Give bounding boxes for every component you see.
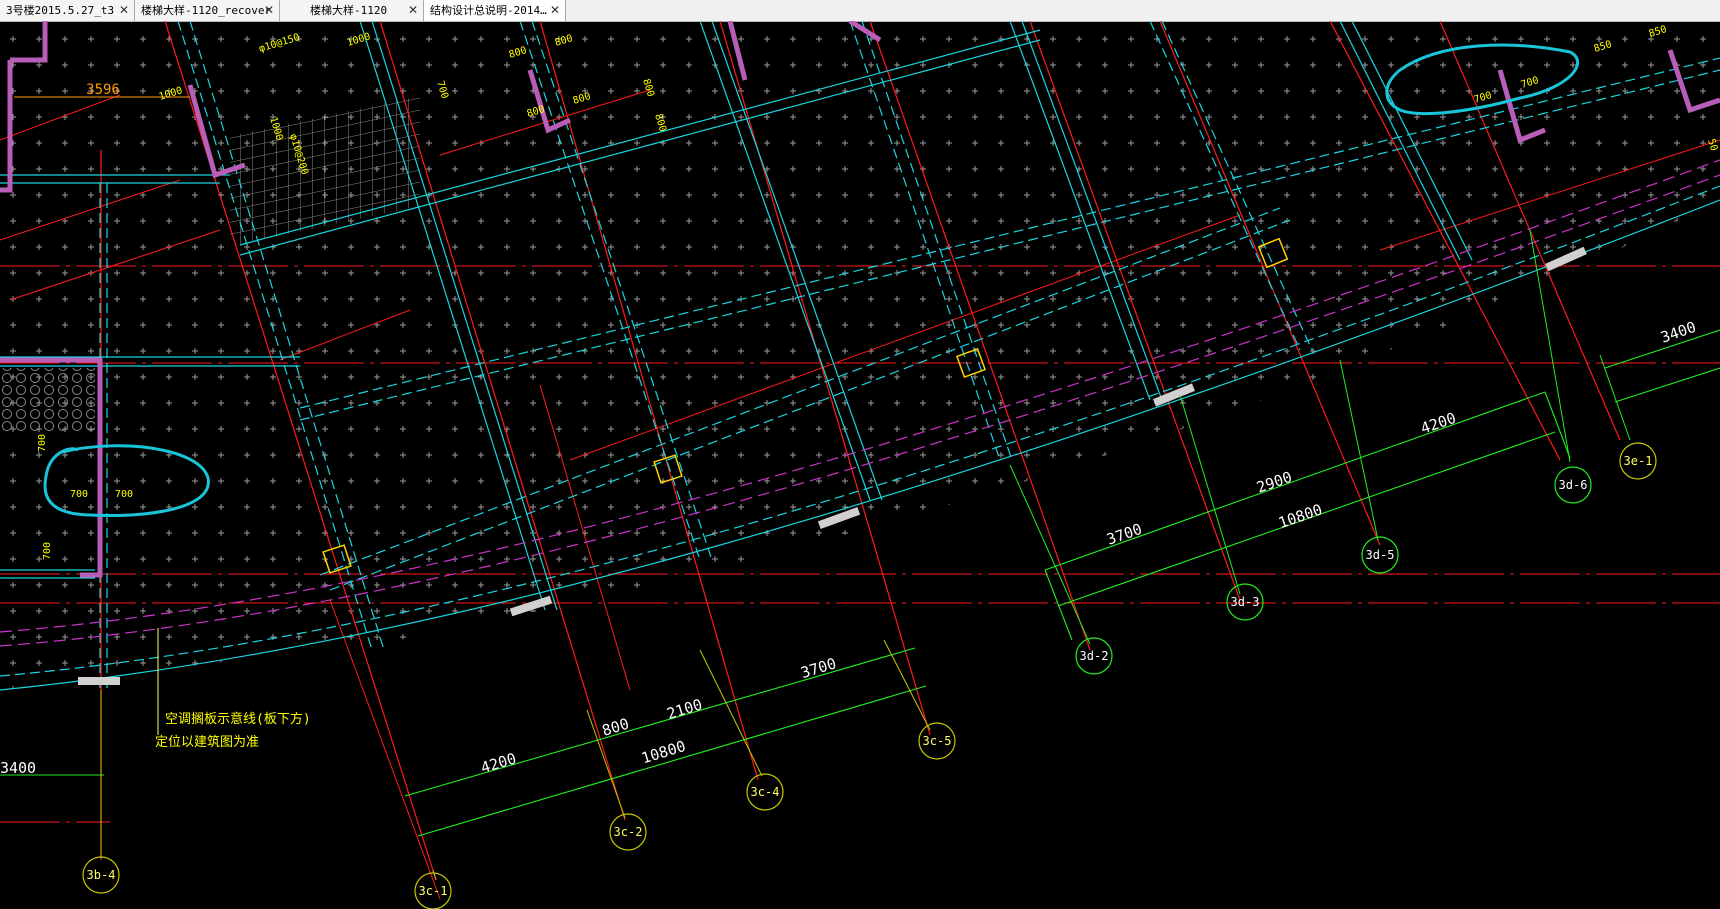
dim-text: 3596: [86, 82, 120, 98]
axis-label: 3d-5: [1366, 548, 1395, 562]
dim-text: 4200: [479, 749, 519, 777]
dim-text: 4200: [1418, 409, 1458, 438]
tab-label: 楼梯大样-1120_recover: [141, 4, 272, 17]
tab-label: 3号楼2015.5.27_t3: [6, 4, 115, 17]
tab-label: 结构设计总说明-2014…: [430, 4, 547, 17]
document-tab-bar: 3号楼2015.5.27_t3 ✕ 楼梯大样-1120_recover ✕ 楼梯大样…: [0, 0, 1720, 22]
dim-text: 800: [600, 715, 631, 740]
measure-label: 700: [37, 434, 48, 452]
axis-bubble-3d-3[interactable]: 3d-3: [1226, 583, 1264, 621]
block-dots-hatch: [0, 368, 95, 433]
axis-label: 3c-5: [923, 734, 952, 748]
axis-label: 3e-1: [1624, 454, 1653, 468]
dim-text: 3400: [1658, 318, 1698, 347]
note-positioning: 定位以建筑图为准: [155, 734, 259, 750]
close-icon[interactable]: ✕: [264, 0, 274, 21]
tab-stair-detail[interactable]: 楼梯大样-1120 ✕: [280, 0, 424, 21]
dim-text: 2900: [1254, 468, 1294, 497]
axis-label: 3d-3: [1231, 595, 1260, 609]
tab-stair-detail-recover[interactable]: 楼梯大样-1120_recover ✕: [135, 0, 280, 21]
axis-label: 3c-4: [751, 785, 780, 799]
dim-text: 3400: [0, 759, 36, 777]
cad-drawing-canvas[interactable]: 3c-1 3c-2 3c-4 3c-5 3b-4 3d-2 3d-3 3d-5 …: [0, 21, 1720, 909]
dim-text: 2100: [665, 695, 705, 723]
axis-label: 3d-2: [1080, 649, 1109, 663]
tab-3hao-lou[interactable]: 3号楼2015.5.27_t3 ✕: [0, 0, 135, 21]
axis-bubble-3d-5[interactable]: 3d-5: [1361, 536, 1399, 574]
axis-bubble-3b-4[interactable]: 3b-4: [82, 856, 120, 894]
close-icon[interactable]: ✕: [550, 0, 560, 21]
axis-bubble-3c-5[interactable]: 3c-5: [918, 722, 956, 760]
axis-label: 3d-6: [1559, 478, 1588, 492]
dim-text: 3700: [799, 654, 839, 682]
axis-label: 3c-1: [419, 884, 448, 898]
axis-bubble-3e-1[interactable]: 3e-1: [1619, 442, 1657, 480]
close-icon[interactable]: ✕: [119, 0, 129, 21]
axis-bubble-3c-1[interactable]: 3c-1: [414, 872, 452, 909]
measure-label: 700: [115, 489, 133, 500]
dim-text: 3700: [1104, 520, 1144, 549]
close-icon[interactable]: ✕: [408, 0, 418, 21]
axis-bubble-3c-2[interactable]: 3c-2: [609, 813, 647, 851]
tab-label: 楼梯大样-1120: [310, 4, 388, 17]
axis-bubble-3d-2[interactable]: 3d-2: [1075, 637, 1113, 675]
note-ac-shelf: 空调搁板示意线(板下方): [165, 711, 311, 727]
measure-label: 700: [70, 489, 88, 500]
axis-bubble-3d-6[interactable]: 3d-6: [1554, 466, 1592, 504]
dim-text: 10800: [639, 737, 687, 767]
dim-text: 10800: [1276, 500, 1325, 532]
axis-label: 3c-2: [614, 825, 643, 839]
axis-label: 3b-4: [87, 868, 116, 882]
tab-structural-notes[interactable]: 结构设计总说明-2014… ✕: [424, 0, 566, 21]
axis-bubble-3c-4[interactable]: 3c-4: [746, 773, 784, 811]
measure-label: 700: [42, 542, 53, 560]
slab-hatch-area: [0, 21, 1720, 690]
